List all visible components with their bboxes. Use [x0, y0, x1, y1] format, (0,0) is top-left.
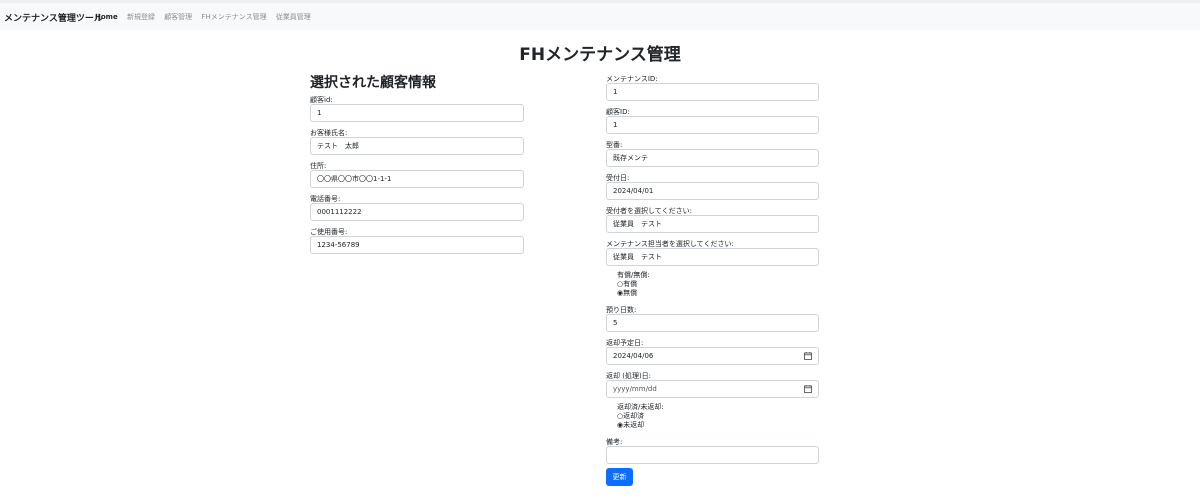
phone-field[interactable]: 0001112222 — [310, 203, 524, 221]
actual-return-date-input[interactable]: yyyy/mm/dd — [606, 380, 819, 398]
planned-return-value: 2024/04/06 — [613, 352, 654, 360]
calendar-icon[interactable] — [804, 352, 812, 360]
navbar-brand[interactable]: メンテナンス管理ツール — [4, 11, 103, 24]
paid-label: 有償/無償: — [617, 271, 650, 279]
planned-return-date-input[interactable]: 2024/04/06 — [606, 347, 819, 365]
navbar-links: Home 新規登録 顧客管理 FHメンテナンス管理 従業員管理 — [95, 12, 318, 22]
paid-option-free[interactable]: ◉無償 — [617, 289, 650, 298]
maintenance-id-field[interactable]: 1 — [606, 83, 819, 101]
navbar: メンテナンス管理ツール Home 新規登録 顧客管理 FHメンテナンス管理 従業… — [0, 0, 1200, 30]
returned-option-returned[interactable]: ○返却済 — [617, 412, 664, 421]
model-number-field[interactable]: 既存メンテ — [606, 149, 819, 167]
calendar-icon[interactable] — [804, 385, 812, 393]
reception-date-field[interactable]: 2024/04/01 — [606, 182, 819, 200]
update-button[interactable]: 更新 — [606, 468, 633, 486]
notes-field[interactable] — [606, 446, 819, 464]
paid-option-paid[interactable]: ○有償 — [617, 280, 650, 289]
nav-link-home[interactable]: Home — [95, 13, 118, 21]
maintenance-customer-id-field[interactable]: 1 — [606, 116, 819, 134]
customer-id-field[interactable]: 1 — [310, 104, 524, 122]
assignee-select[interactable]: 従業員 テスト — [606, 248, 819, 266]
returned-option-not-returned[interactable]: ◉未返却 — [617, 421, 664, 430]
nav-link-new-registration[interactable]: 新規登録 — [127, 13, 155, 21]
address-field[interactable]: 〇〇県〇〇市〇〇1-1-1 — [310, 170, 524, 188]
nav-link-customer-management[interactable]: 顧客管理 — [164, 13, 192, 21]
nav-link-fh-maintenance[interactable]: FHメンテナンス管理 — [201, 13, 266, 21]
returned-radio-group: 返却済/未返却: ○返却済 ◉未返却 — [617, 403, 664, 430]
returned-label: 返却済/未返却: — [617, 403, 664, 411]
days-field[interactable]: 5 — [606, 314, 819, 332]
paid-radio-group: 有償/無償: ○有償 ◉無償 — [617, 271, 650, 298]
receptionist-select[interactable]: 従業員 テスト — [606, 215, 819, 233]
customer-name-field[interactable]: テスト 太郎 — [310, 137, 524, 155]
page-title: FHメンテナンス管理 — [519, 45, 681, 65]
actual-return-placeholder: yyyy/mm/dd — [613, 385, 657, 393]
usage-number-field[interactable]: 1234-56789 — [310, 236, 524, 254]
nav-link-employee-management[interactable]: 従業員管理 — [276, 13, 311, 21]
customer-section-title: 選択された顧客情報 — [310, 75, 436, 91]
